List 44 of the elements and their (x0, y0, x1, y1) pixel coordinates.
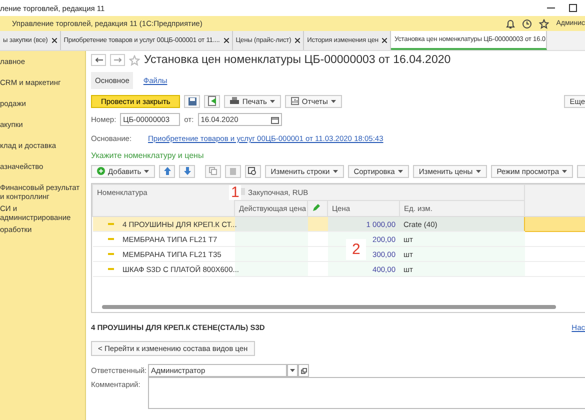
history-icon[interactable] (522, 18, 532, 28)
calendar-icon[interactable] (270, 116, 279, 124)
up-arrow-icon (164, 167, 171, 175)
dropdown-button[interactable] (287, 364, 298, 377)
close-icon[interactable] (382, 38, 388, 43)
caret-icon (332, 170, 338, 172)
pencil-icon (312, 204, 320, 212)
close-icon[interactable] (295, 38, 300, 43)
caret-icon (330, 100, 336, 102)
document-button[interactable] (204, 94, 220, 108)
caret-icon (398, 170, 403, 172)
open-button[interactable] (298, 364, 309, 377)
save-button[interactable] (184, 94, 200, 108)
section-heading: Укажите номенклатуру и цены (91, 151, 205, 162)
plus-icon (97, 167, 105, 175)
right-arrow-icon (114, 57, 122, 63)
close-icon[interactable] (52, 38, 57, 43)
left-arrow-icon (94, 57, 102, 63)
caret-icon (290, 369, 295, 372)
move-down-button[interactable] (179, 164, 195, 178)
caret-icon (562, 170, 568, 172)
maximize-icon[interactable] (569, 4, 577, 12)
search-list-button[interactable] (244, 164, 261, 178)
star-icon[interactable] (539, 18, 550, 28)
caret-icon (476, 170, 481, 172)
document-icon (208, 96, 217, 106)
star-icon[interactable] (129, 54, 140, 66)
windows-icon (300, 368, 306, 374)
copy-icon (208, 167, 217, 175)
annotation-number: 1 (229, 185, 242, 200)
back-button[interactable] (91, 54, 106, 66)
move-up-button[interactable] (159, 164, 176, 178)
bar-chart-icon (290, 97, 299, 105)
close-icon[interactable] (224, 38, 229, 43)
caret-icon (144, 170, 150, 172)
caret-icon (270, 100, 275, 102)
document-title: Установка цен номенклатуры ЦБ-00000003 от 16.04.2020 (144, 54, 451, 66)
horizontal-scrollbar[interactable] (102, 305, 556, 309)
bell-icon[interactable] (506, 18, 516, 28)
annotation-number: 2 (346, 239, 366, 260)
printer-icon (230, 97, 240, 105)
comment-field[interactable] (148, 376, 585, 408)
clipboard-icon (228, 167, 237, 175)
down-arrow-icon (184, 167, 191, 175)
